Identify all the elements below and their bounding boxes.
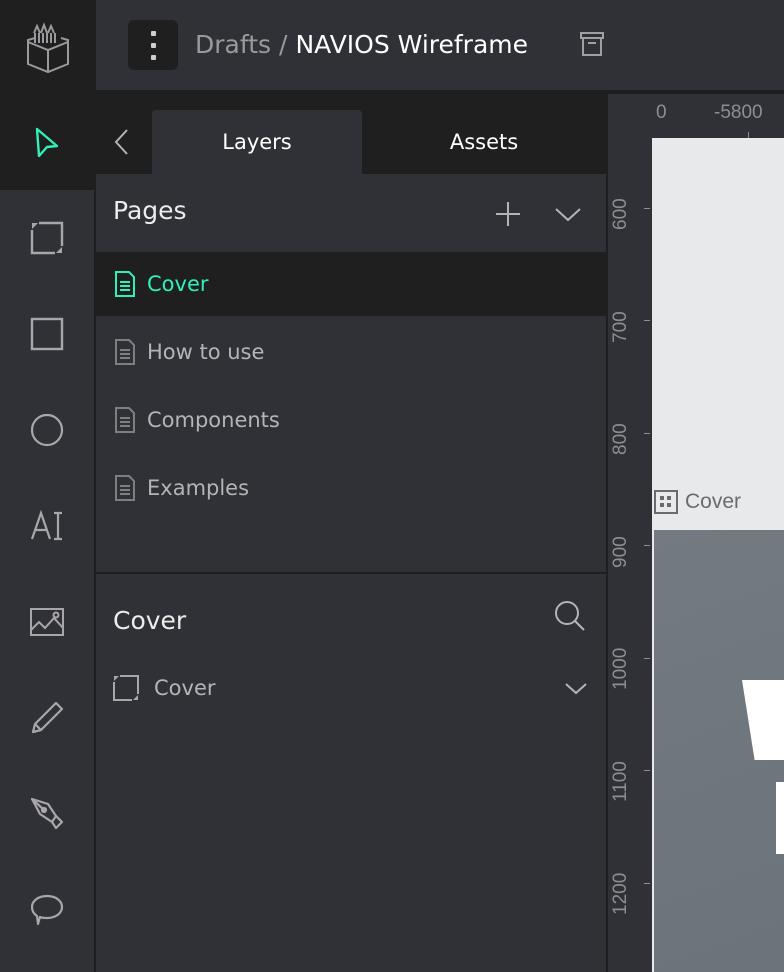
- breadcrumb-separator: /: [279, 30, 288, 59]
- rectangle-icon: [30, 317, 64, 351]
- ellipsis-dot: [150, 54, 156, 60]
- ruler-y-label: 700: [610, 311, 631, 343]
- ellipsis-dot: [150, 42, 156, 48]
- pen-nib-icon: [30, 797, 64, 830]
- page-label: Cover: [147, 272, 209, 296]
- pages-section: Pages Cover How to use Components Exampl…: [96, 174, 606, 572]
- page-item-cover[interactable]: Cover: [96, 252, 606, 316]
- page-document-icon: [115, 475, 135, 501]
- ruler-y-tick: [644, 208, 650, 209]
- current-page-title: Cover: [113, 606, 187, 635]
- artboard-previous[interactable]: [652, 138, 784, 531]
- vertical-ellipsis-icon: [150, 30, 156, 36]
- page-item-examples[interactable]: Examples: [96, 456, 606, 520]
- ruler-x-label: 0: [656, 102, 667, 123]
- layers-section: Cover Cover: [96, 574, 606, 972]
- ruler-y-tick: [644, 545, 650, 546]
- top-header: Drafts / NAVIOS Wireframe: [0, 0, 784, 92]
- main-menu-button[interactable]: [128, 20, 178, 70]
- ruler-y-label: 1200: [610, 872, 631, 915]
- breadcrumb-drafts-link[interactable]: Drafts: [195, 28, 271, 62]
- grid-board-icon: [654, 490, 678, 514]
- page-item-how-to-use[interactable]: How to use: [96, 320, 606, 384]
- tool-text[interactable]: [0, 478, 94, 574]
- tool-path[interactable]: [0, 766, 94, 862]
- page-document-icon: [115, 407, 135, 433]
- artboard-title-cover[interactable]: Cover: [654, 490, 741, 514]
- tab-assets-label: Assets: [449, 130, 519, 154]
- layer-label: Cover: [154, 676, 216, 700]
- ruler-y-label: 800: [610, 423, 631, 455]
- ruler-y-tick: [644, 770, 650, 771]
- page-item-components[interactable]: Components: [96, 388, 606, 452]
- ruler-x-label: -5800: [714, 102, 763, 123]
- speech-bubble-icon: [30, 894, 64, 926]
- pencil-box-logo-icon: [27, 22, 69, 74]
- plus-icon[interactable]: [490, 196, 526, 232]
- search-icon[interactable]: [552, 598, 588, 634]
- chevron-left-icon[interactable]: [110, 124, 132, 160]
- tab-assets[interactable]: Assets: [378, 110, 590, 174]
- chevron-down-icon[interactable]: [562, 674, 590, 702]
- tool-image[interactable]: [0, 574, 94, 670]
- app-logo[interactable]: [0, 0, 96, 90]
- board-frame-icon: [113, 675, 139, 701]
- text-icon: [30, 510, 62, 541]
- tool-comments[interactable]: [0, 862, 94, 958]
- ruler-y-tick: [644, 883, 650, 884]
- breadcrumb: Drafts / NAVIOS Wireframe: [195, 28, 528, 62]
- tool-curve[interactable]: [0, 670, 94, 766]
- archive-box-icon[interactable]: [580, 31, 604, 57]
- file-name[interactable]: NAVIOS Wireframe: [295, 28, 528, 62]
- tool-bar: [0, 94, 94, 972]
- ruler-y-label: 600: [610, 198, 631, 230]
- layers-panel: Layers Assets Pages Cover How to use Com…: [96, 94, 606, 972]
- tab-layers[interactable]: Layers: [152, 110, 362, 174]
- ruler-y-label: 1100: [610, 761, 631, 802]
- image-icon: [30, 608, 64, 636]
- page-document-icon: [115, 339, 135, 365]
- canvas-viewport[interactable]: Cover 600 700 800 900 1000 1100 1200 0 -…: [608, 94, 784, 972]
- tool-move[interactable]: [0, 94, 94, 190]
- pages-header: Pages: [96, 174, 606, 252]
- layer-item-cover[interactable]: Cover: [96, 664, 606, 712]
- chevron-down-icon[interactable]: [550, 196, 586, 232]
- tab-layers-label: Layers: [222, 130, 292, 154]
- pencil-icon: [31, 701, 64, 734]
- ruler-x-tick: [748, 132, 749, 138]
- horizontal-ruler[interactable]: 0 -5800: [608, 94, 784, 138]
- ruler-y-tick: [644, 433, 650, 434]
- pointer-arrow-icon: [35, 127, 59, 158]
- ruler-y-label: 1000: [610, 647, 631, 690]
- page-document-icon: [115, 271, 135, 297]
- vertical-ruler[interactable]: 600 700 800 900 1000 1100 1200: [608, 94, 652, 972]
- tool-rectangle[interactable]: [0, 286, 94, 382]
- tool-board[interactable]: [0, 190, 94, 286]
- board-frame-icon: [30, 221, 64, 255]
- page-label: Examples: [147, 476, 250, 500]
- page-label: Components: [147, 408, 280, 432]
- pages-title: Pages: [113, 196, 187, 225]
- ruler-y-tick: [644, 658, 650, 659]
- artboard-label-text: Cover: [685, 490, 742, 513]
- cover-heading-glyph: [776, 782, 784, 854]
- ruler-y-label: 900: [610, 536, 631, 568]
- ruler-y-tick: [644, 320, 650, 321]
- page-label: How to use: [147, 340, 265, 364]
- ellipse-icon: [30, 413, 64, 447]
- tool-ellipse[interactable]: [0, 382, 94, 478]
